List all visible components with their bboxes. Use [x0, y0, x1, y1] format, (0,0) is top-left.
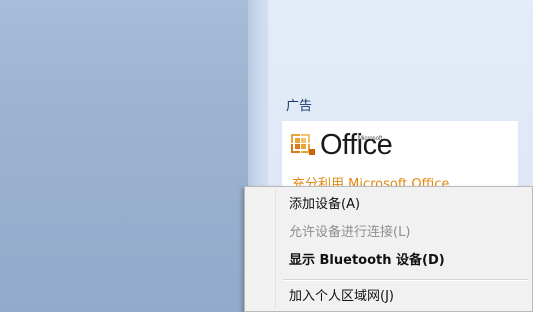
- menu-item-allow-connections: 允许设备进行连接(L): [289, 225, 411, 240]
- menu-item-join-pan[interactable]: 加入个人区域网(J): [289, 284, 394, 310]
- context-menu: 添加设备(A) 允许设备进行连接(L) 显示 Bluetooth 设备(D) 加…: [244, 186, 533, 312]
- office-brand-prefix: Microsoft: [358, 136, 383, 142]
- menu-icon-gutter: [275, 189, 276, 309]
- left-pane: [0, 0, 248, 312]
- office-logo: Microsoft Office: [290, 131, 393, 160]
- ads-section-label: 广告: [286, 99, 313, 114]
- menu-item-add-device[interactable]: 添加设备(A): [289, 192, 360, 218]
- office-brand-text: Microsoft Office: [320, 131, 393, 160]
- office-logo-icon: [290, 131, 316, 159]
- menu-item-show-bluetooth-devices[interactable]: 显示 Bluetooth 设备(D): [289, 248, 445, 274]
- menu-separator: [283, 279, 528, 281]
